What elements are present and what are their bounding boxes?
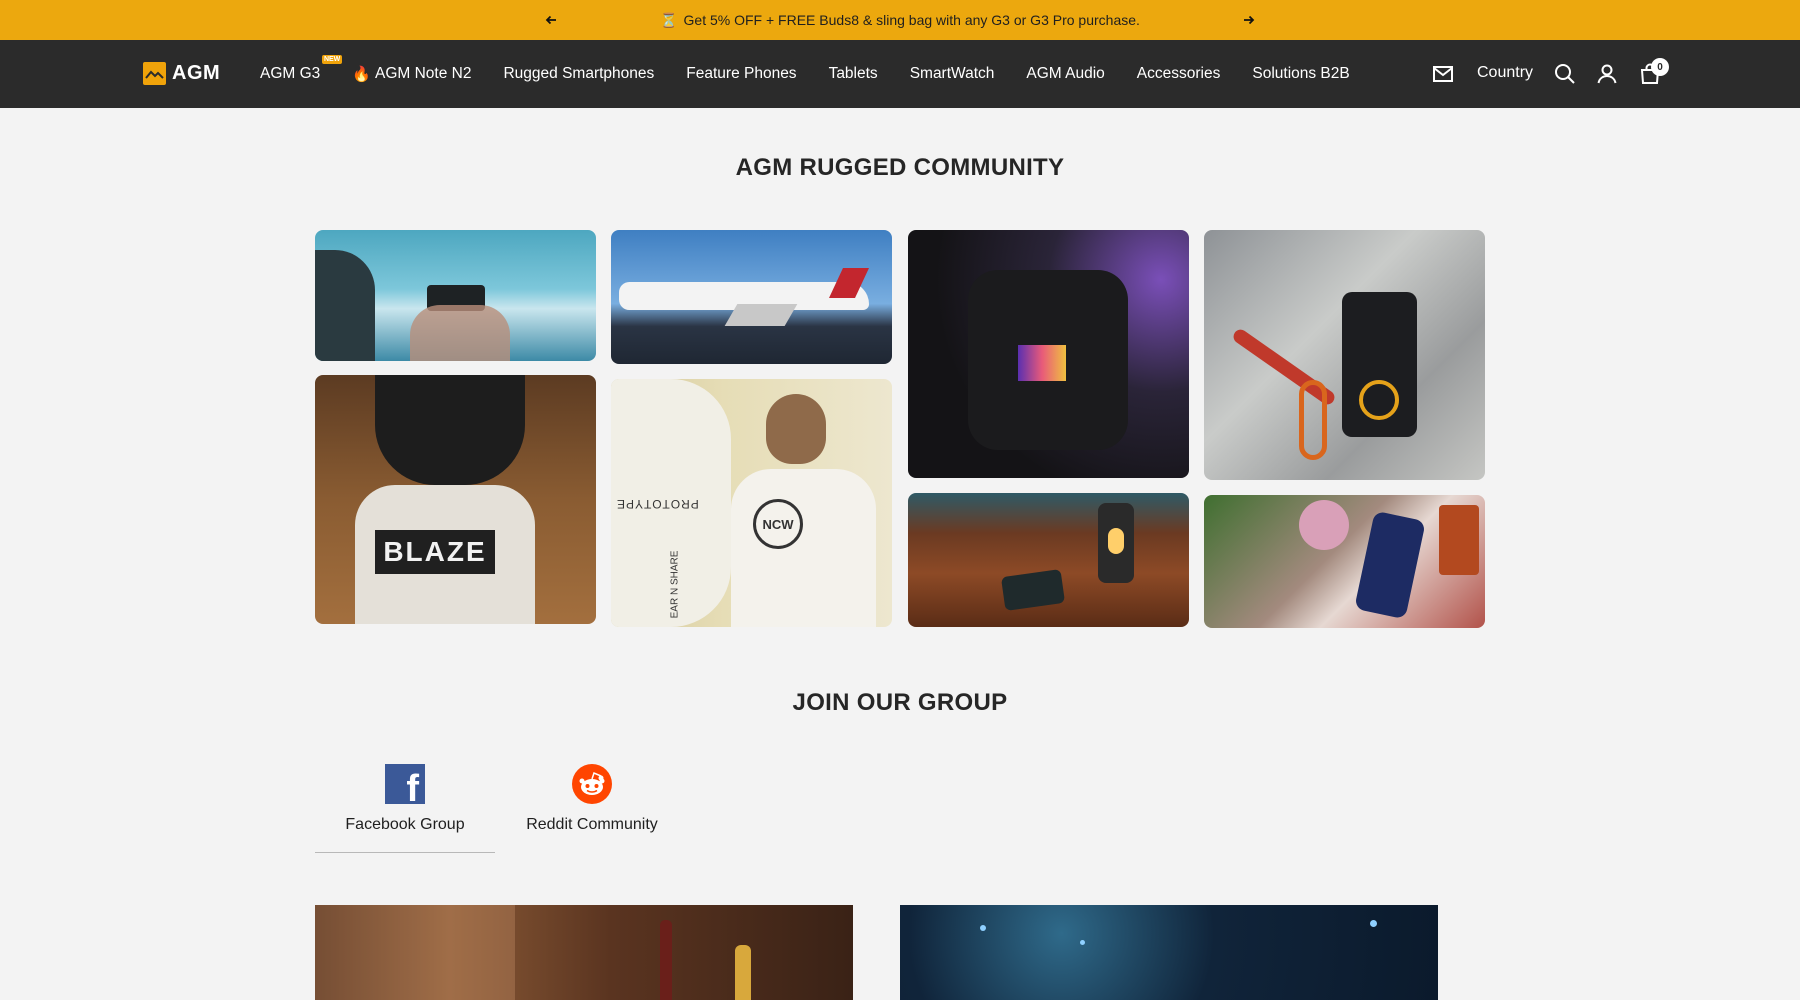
facebook-group-label: Facebook Group: [345, 816, 465, 833]
reddit-community-link[interactable]: Reddit Community: [502, 764, 682, 834]
search-icon: [1555, 64, 1575, 84]
active-tab-underline: [315, 852, 495, 853]
beer-bottle-shape: [735, 945, 751, 1000]
board-print: EAR N SHARE: [669, 550, 681, 619]
newsletter-button[interactable]: [1431, 62, 1455, 86]
nav-item-label: AGM Note N2: [374, 65, 472, 82]
nav-item-feature-phones[interactable]: Feature Phones: [686, 65, 796, 83]
new-badge: NEW: [321, 55, 343, 64]
feature-photo-night[interactable]: [900, 905, 1438, 1000]
community-photo-sky-phone[interactable]: [315, 230, 596, 361]
phone-ring: [1359, 380, 1399, 420]
nav-item-tablets[interactable]: Tablets: [829, 65, 878, 83]
goggles-shape: [375, 375, 525, 485]
bokeh-light: [1080, 940, 1085, 945]
user-icon: [1597, 64, 1617, 84]
nav-item-label: Feature Phones: [686, 65, 797, 82]
announcement-bar: ⏳ Get 5% OFF + FREE Buds8 & sling bag wi…: [0, 0, 1800, 40]
airplane-wing: [724, 304, 798, 326]
logo-mark-icon: [143, 62, 166, 85]
nav-item-label: Rugged Smartphones: [503, 65, 655, 82]
person-shape: [315, 905, 515, 1000]
arrow-left-icon: [545, 15, 556, 25]
nav-item-label: AGM G3: [260, 65, 321, 82]
blue-phone-shape: [1354, 510, 1426, 620]
feature-photo-bar[interactable]: [315, 905, 853, 1000]
site-header: AGM AGM G3 NEW 🔥 AGM Note N2 Rugged Smar…: [0, 40, 1800, 108]
ornament-shape: [1299, 500, 1349, 550]
community-title: AGM RUGGED COMMUNITY: [735, 154, 1065, 181]
man-head-shape: [766, 394, 826, 464]
bokeh-light: [980, 925, 986, 931]
bottle-shape: [660, 920, 672, 1000]
nav-item-label: Solutions B2B: [1252, 65, 1350, 82]
mail-icon: [1433, 66, 1453, 82]
next-announcement-button[interactable]: [1238, 9, 1260, 31]
nav-item-label: Accessories: [1136, 65, 1221, 82]
community-photo-climbing-gear[interactable]: [1204, 230, 1485, 480]
reddit-icon: [572, 764, 612, 804]
surfboard-print: PROTOTYPE: [616, 497, 699, 511]
facebook-icon: f: [385, 764, 425, 808]
search-button[interactable]: [1553, 62, 1577, 86]
nav-item-rugged-smartphones[interactable]: Rugged Smartphones: [503, 65, 654, 83]
hourglass-icon: ⏳: [660, 11, 678, 28]
community-photo-goggles[interactable]: BLAZE: [315, 375, 596, 624]
man-tshirt-shape: [731, 469, 876, 627]
hands-shape: [410, 305, 510, 361]
thermal-screen: [1018, 345, 1066, 381]
community-photo-thermal-camera[interactable]: [908, 230, 1189, 478]
nav-item-agm-note-n2[interactable]: 🔥 AGM Note N2: [352, 65, 471, 83]
lantern-light: [1108, 528, 1124, 554]
country-selector[interactable]: Country: [1477, 64, 1533, 82]
main-nav: AGM G3 NEW 🔥 AGM Note N2 Rugged Smartpho…: [260, 40, 1382, 108]
fire-icon: 🔥: [352, 66, 371, 83]
shirt-print: BLAZE: [375, 530, 495, 574]
community-photo-holiday-phone[interactable]: [1204, 495, 1485, 628]
nav-item-agm-audio[interactable]: AGM Audio: [1026, 65, 1104, 83]
join-group-title: JOIN OUR GROUP: [792, 689, 1008, 716]
orange-carabiner: [1299, 380, 1327, 460]
account-button[interactable]: [1595, 62, 1619, 86]
nav-item-label: Tablets: [828, 65, 878, 82]
nav-item-smartwatch[interactable]: SmartWatch: [910, 65, 995, 83]
previous-announcement-button[interactable]: [540, 9, 562, 31]
community-photo-airplane[interactable]: [611, 230, 892, 364]
facebook-group-link[interactable]: f Facebook Group: [315, 764, 495, 834]
nav-item-solutions-b2b[interactable]: Solutions B2B: [1252, 65, 1349, 83]
gift-bottle-shape: [1439, 505, 1479, 575]
person-silhouette: [315, 250, 375, 361]
shirt-badge: NCW: [753, 499, 803, 549]
bokeh-light: [1370, 920, 1377, 927]
cart-count-badge: 0: [1651, 58, 1669, 76]
nav-item-agm-g3[interactable]: AGM G3 NEW: [260, 55, 343, 83]
nav-item-label: SmartWatch: [909, 65, 995, 82]
agm-logo[interactable]: AGM: [143, 62, 220, 85]
community-photo-lantern-table[interactable]: [908, 493, 1189, 627]
arrow-right-icon: [1244, 15, 1255, 25]
announcement-message[interactable]: ⏳ Get 5% OFF + FREE Buds8 & sling bag wi…: [660, 12, 1140, 29]
nav-item-accessories[interactable]: Accessories: [1137, 65, 1221, 83]
nav-item-label: AGM Audio: [1026, 65, 1105, 82]
community-photo-surfboard[interactable]: PROTOTYPE EAR N SHARE NCW: [611, 379, 892, 627]
logo-text: AGM: [172, 62, 221, 84]
phone-on-table: [1000, 568, 1066, 612]
announcement-text: Get 5% OFF + FREE Buds8 & sling bag with…: [683, 12, 1140, 28]
reddit-community-label: Reddit Community: [526, 816, 658, 833]
